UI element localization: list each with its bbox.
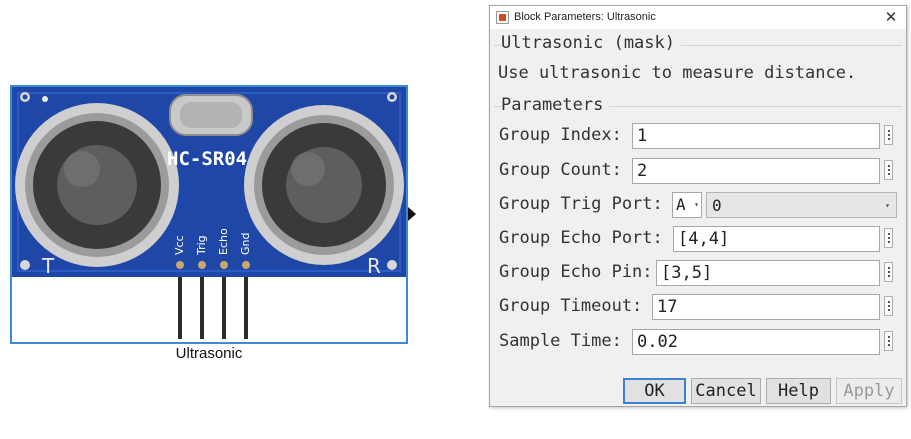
group-echo-pin-label: Group Echo Pin: — [499, 262, 653, 282]
help-button[interactable]: Help — [766, 378, 831, 404]
close-button[interactable]: ✕ — [876, 6, 906, 29]
pin-label-trig: Trig — [195, 235, 208, 256]
group-count-options-icon[interactable] — [884, 160, 893, 180]
group-echo-port-options-icon[interactable] — [884, 228, 893, 248]
mask-group-border — [680, 45, 902, 46]
parameters-group-border — [608, 106, 902, 107]
corner-label-left: T — [41, 254, 55, 278]
group-timeout-label: Group Timeout: — [499, 296, 643, 316]
group-timeout-options-icon[interactable] — [884, 296, 893, 316]
mask-description: Use ultrasonic to measure distance. — [498, 63, 857, 83]
group-count-input[interactable]: 2 — [632, 158, 880, 184]
block-parameters-dialog: Block Parameters: Ultrasonic ✕ Ultrasoni… — [489, 5, 907, 407]
trig-port-letter-value: A — [676, 195, 686, 214]
group-echo-port-label: Group Echo Port: — [499, 228, 663, 248]
pin-label-gnd: Gnd — [239, 233, 252, 255]
pin-label-echo: Echo — [217, 228, 230, 255]
block-name-label: Ultrasonic — [175, 345, 243, 362]
dialog-titlebar[interactable]: Block Parameters: Ultrasonic ✕ — [490, 6, 906, 29]
output-port[interactable] — [408, 207, 416, 221]
corner-label-right: R — [367, 254, 381, 278]
group-timeout-input[interactable]: 17 — [652, 294, 880, 320]
ultrasonic-block[interactable]: HC-SR04 T R Vcc Trig Echo Gnd — [10, 85, 408, 344]
group-echo-port-input[interactable]: [4,4] — [673, 226, 880, 252]
apply-button[interactable]: Apply — [836, 378, 902, 404]
group-echo-pin-input[interactable]: [3,5] — [656, 260, 880, 286]
trig-port-letter-select[interactable]: A ▾ — [672, 192, 702, 218]
cancel-button[interactable]: Cancel — [691, 378, 761, 404]
trig-port-pin-value: 0 — [712, 196, 722, 215]
chevron-down-icon: ▾ — [885, 201, 890, 210]
group-index-label: Group Index: — [499, 125, 622, 145]
close-icon: ✕ — [884, 9, 898, 26]
sample-time-options-icon[interactable] — [884, 331, 893, 351]
group-index-options-icon[interactable] — [884, 125, 893, 145]
mask-title: Ultrasonic (mask) — [501, 33, 681, 53]
trig-port-pin-select[interactable]: 0 ▾ — [706, 192, 897, 218]
group-count-label: Group Count: — [499, 160, 622, 180]
group-trig-port-label: Group Trig Port: — [499, 194, 663, 214]
sample-time-label: Sample Time: — [499, 331, 622, 351]
hc-sr04-image: HC-SR04 T R Vcc Trig Echo Gnd — [12, 87, 406, 339]
sample-time-input[interactable]: 0.02 — [632, 329, 880, 355]
pin-label-vcc: Vcc — [173, 235, 186, 255]
parameters-title: Parameters — [501, 95, 610, 115]
matlab-app-icon — [496, 11, 509, 24]
group-index-input[interactable]: 1 — [632, 123, 880, 149]
dialog-title: Block Parameters: Ultrasonic — [514, 11, 656, 23]
ok-button[interactable]: OK — [623, 378, 686, 404]
group-echo-pin-options-icon[interactable] — [884, 262, 893, 282]
module-label: HC-SR04 — [167, 148, 247, 170]
chevron-down-icon: ▾ — [694, 200, 699, 209]
